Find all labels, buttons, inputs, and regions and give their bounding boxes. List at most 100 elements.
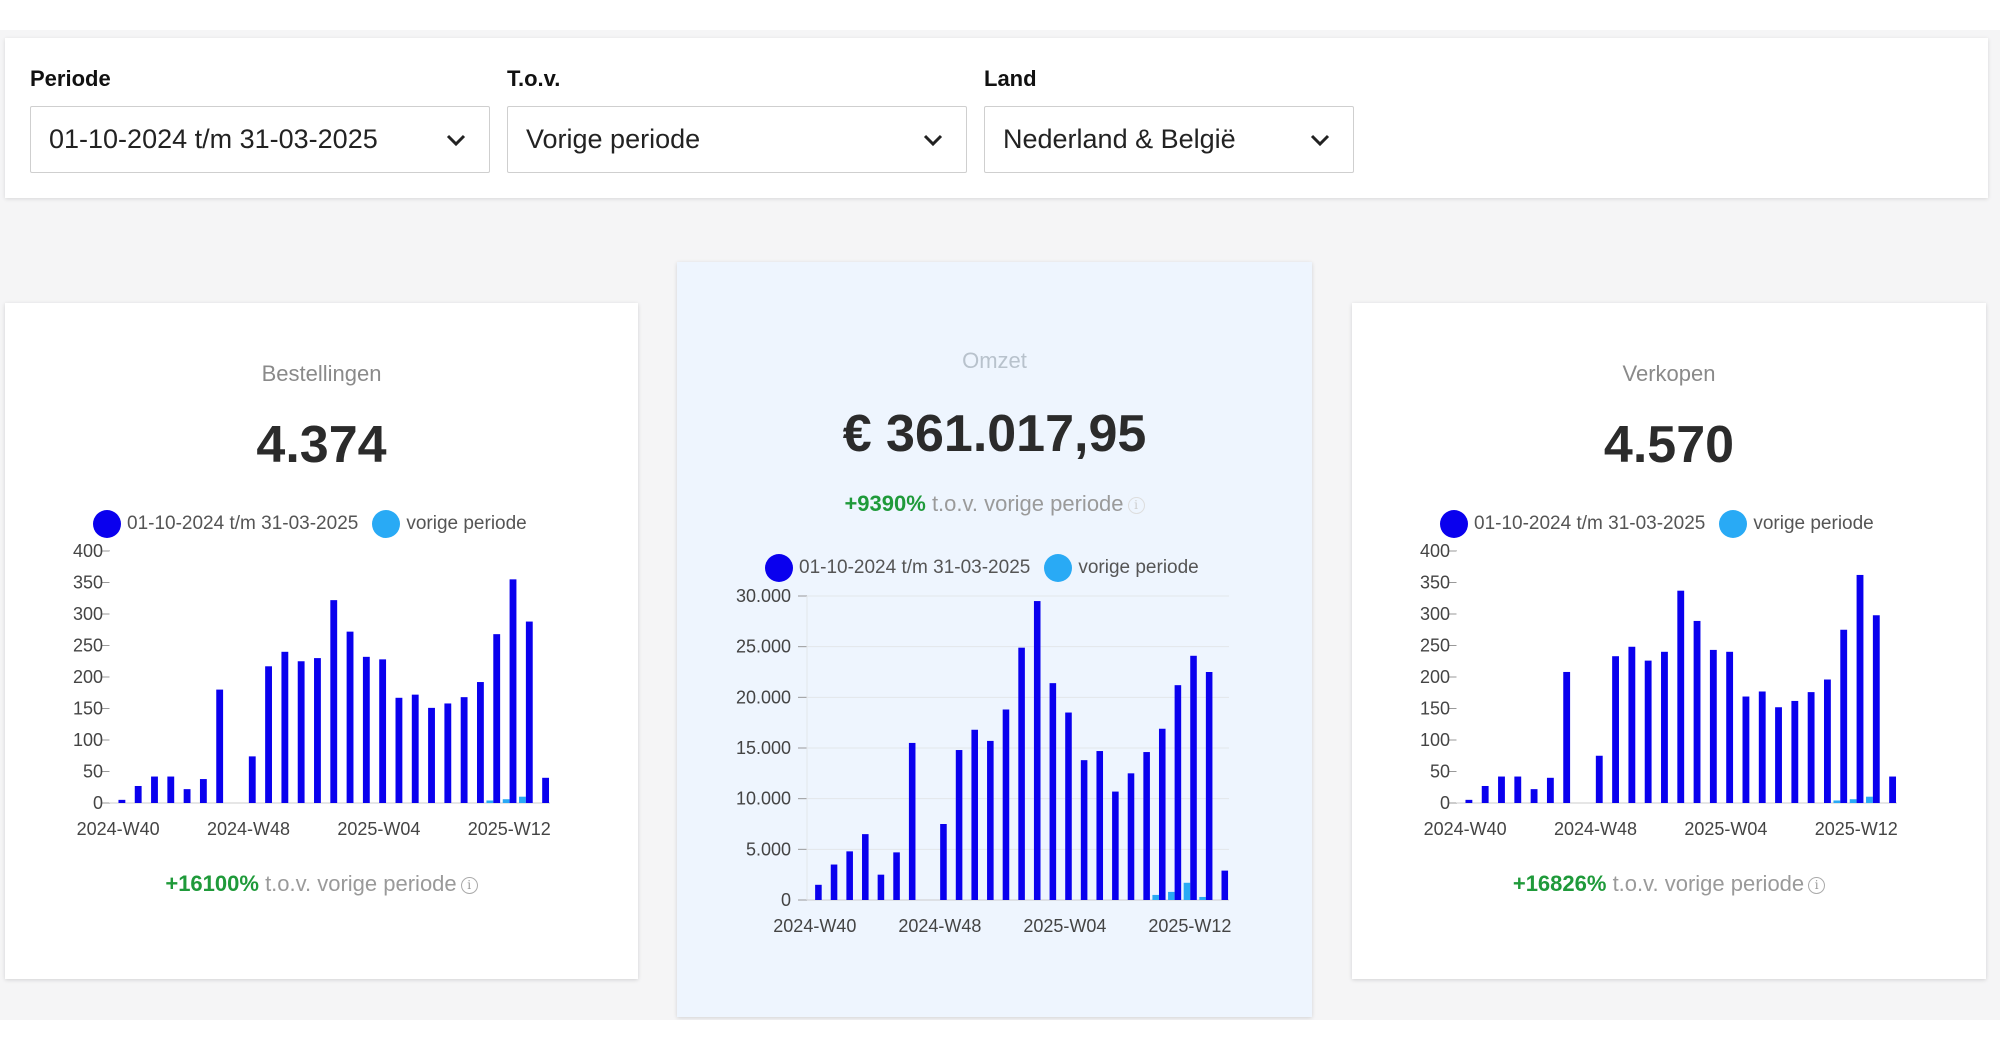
bar-previous bbox=[1833, 800, 1841, 803]
card-omzet[interactable]: Omzet € 361.017,95 +9390% t.o.v. vorige … bbox=[677, 262, 1312, 1017]
card-compare: +16100% t.o.v. vorige periode i bbox=[5, 871, 638, 897]
y-tick-label: 400 bbox=[1420, 541, 1450, 561]
bar-current bbox=[395, 697, 403, 803]
bar-previous bbox=[1849, 799, 1857, 803]
bar-current bbox=[346, 631, 354, 803]
bar-current bbox=[493, 634, 501, 803]
bar-current bbox=[248, 756, 256, 803]
bar-previous bbox=[519, 796, 526, 803]
y-tick-label: 0 bbox=[781, 890, 791, 910]
y-tick-label: 100 bbox=[1420, 730, 1450, 750]
tov-select[interactable]: Vorige periode bbox=[507, 106, 967, 173]
y-tick-label: 300 bbox=[1420, 604, 1450, 624]
filter-label: Periode bbox=[30, 66, 111, 91]
chevron-down-icon bbox=[1310, 134, 1330, 146]
bar-current bbox=[1595, 755, 1603, 803]
bestellingen-chart: 0 50 100 150 200 250 300 350 400 2024-W40 2024-W48… bbox=[73, 541, 551, 839]
bar-current bbox=[1693, 620, 1701, 803]
bar-current bbox=[1758, 691, 1766, 803]
bar-previous bbox=[1168, 891, 1175, 900]
bar-current bbox=[1709, 649, 1717, 803]
bar-current bbox=[908, 742, 916, 900]
compare-text: t.o.v. vorige periode bbox=[265, 871, 457, 896]
bar-current bbox=[846, 851, 853, 900]
y-tick-label: 150 bbox=[1420, 699, 1450, 719]
bar-current bbox=[314, 658, 321, 803]
y-tick-label: 10.000 bbox=[736, 789, 791, 809]
bar-current bbox=[411, 694, 419, 803]
bar-current bbox=[476, 682, 484, 803]
bar-current bbox=[460, 697, 468, 803]
bar-current bbox=[1112, 791, 1119, 900]
bar-current bbox=[1823, 679, 1831, 803]
bar-current bbox=[362, 656, 370, 803]
bar-current bbox=[1726, 651, 1734, 803]
bar-current bbox=[940, 824, 947, 900]
card-compare: +16826% t.o.v. vorige periode i bbox=[1352, 871, 1986, 897]
bar-current bbox=[199, 779, 207, 803]
omzet-chart: 0 5.000 10.000 15.000 20.000 25.000 30.000 2024… bbox=[736, 586, 1232, 936]
bar-current bbox=[134, 785, 142, 803]
bar-current bbox=[955, 750, 963, 900]
bar-current bbox=[987, 740, 994, 900]
bar-current bbox=[216, 689, 224, 803]
y-tick-label: 350 bbox=[73, 573, 103, 593]
card-verkopen[interactable]: Verkopen 4.570 01-10-2024 t/m 31-03-2025… bbox=[1352, 303, 1986, 979]
bar-current bbox=[444, 703, 452, 803]
y-tick-label: 25.000 bbox=[736, 637, 791, 657]
bar-previous bbox=[502, 799, 510, 803]
y-tick-label: 0 bbox=[1440, 793, 1450, 813]
bar-current bbox=[1498, 776, 1505, 803]
x-tick-label: 2024-W40 bbox=[77, 819, 160, 839]
filter-tov: T.o.v. Vorige periode bbox=[507, 66, 967, 173]
y-tick-label: 0 bbox=[93, 793, 103, 813]
bar-current bbox=[1127, 773, 1135, 900]
y-tick-label: 150 bbox=[73, 699, 103, 719]
select-value: 01-10-2024 t/m 31-03-2025 bbox=[49, 124, 378, 154]
bar-current bbox=[1742, 696, 1750, 803]
bar-current bbox=[1775, 707, 1782, 803]
x-tick-label: 2025-W12 bbox=[1815, 819, 1898, 839]
bar-current bbox=[428, 707, 435, 803]
compare-pct: +16826% bbox=[1512, 871, 1607, 896]
y-tick-label: 250 bbox=[73, 636, 103, 656]
bar-current bbox=[1644, 660, 1652, 803]
y-tick-label: 50 bbox=[83, 762, 103, 782]
bar-current bbox=[297, 661, 305, 803]
bar-current bbox=[330, 600, 338, 803]
bar-current bbox=[1221, 870, 1229, 900]
y-tick-label: 300 bbox=[73, 604, 103, 624]
top-strip bbox=[0, 0, 2000, 30]
bar-current bbox=[1205, 672, 1213, 900]
bar-current bbox=[167, 776, 175, 803]
bar-current bbox=[379, 659, 387, 803]
bar-current bbox=[183, 789, 191, 803]
bar-current bbox=[1481, 785, 1489, 803]
bar-current bbox=[971, 729, 978, 900]
y-tick-label: 200 bbox=[1420, 667, 1450, 687]
compare-pct: +16100% bbox=[165, 871, 259, 896]
bar-current bbox=[1661, 651, 1668, 803]
bar-current bbox=[1856, 574, 1864, 803]
info-icon[interactable]: i bbox=[1808, 876, 1826, 894]
x-tick-label: 2024-W48 bbox=[207, 819, 290, 839]
periode-select[interactable]: 01-10-2024 t/m 31-03-2025 bbox=[30, 106, 490, 173]
verkopen-chart: 0 50 100 150 200 250 300 350 400 2024-W40 2024-W48… bbox=[1420, 541, 1898, 839]
land-select[interactable]: Nederland & België bbox=[984, 106, 1354, 173]
x-tick-label: 2025-W04 bbox=[1023, 916, 1106, 936]
bar-current bbox=[1677, 590, 1685, 803]
bar-current bbox=[1190, 655, 1197, 900]
select-value: Nederland & België bbox=[1003, 124, 1236, 154]
card-bestellingen[interactable]: Bestellingen 4.374 01-10-2024 t/m 31-03-… bbox=[5, 303, 638, 979]
x-tick-label: 2024-W40 bbox=[1424, 819, 1507, 839]
bar-current bbox=[1158, 728, 1166, 900]
compare-text: t.o.v. vorige periode bbox=[1612, 871, 1805, 896]
y-tick-label: 250 bbox=[1420, 636, 1450, 656]
filter-land: Land Nederland & België bbox=[984, 66, 1354, 173]
bar-current bbox=[1080, 760, 1088, 900]
info-icon[interactable]: i bbox=[460, 876, 478, 894]
y-tick-label: 15.000 bbox=[736, 738, 791, 758]
bar-current bbox=[1514, 776, 1522, 803]
bar-current bbox=[1065, 712, 1072, 900]
y-tick-label: 20.000 bbox=[736, 687, 791, 707]
